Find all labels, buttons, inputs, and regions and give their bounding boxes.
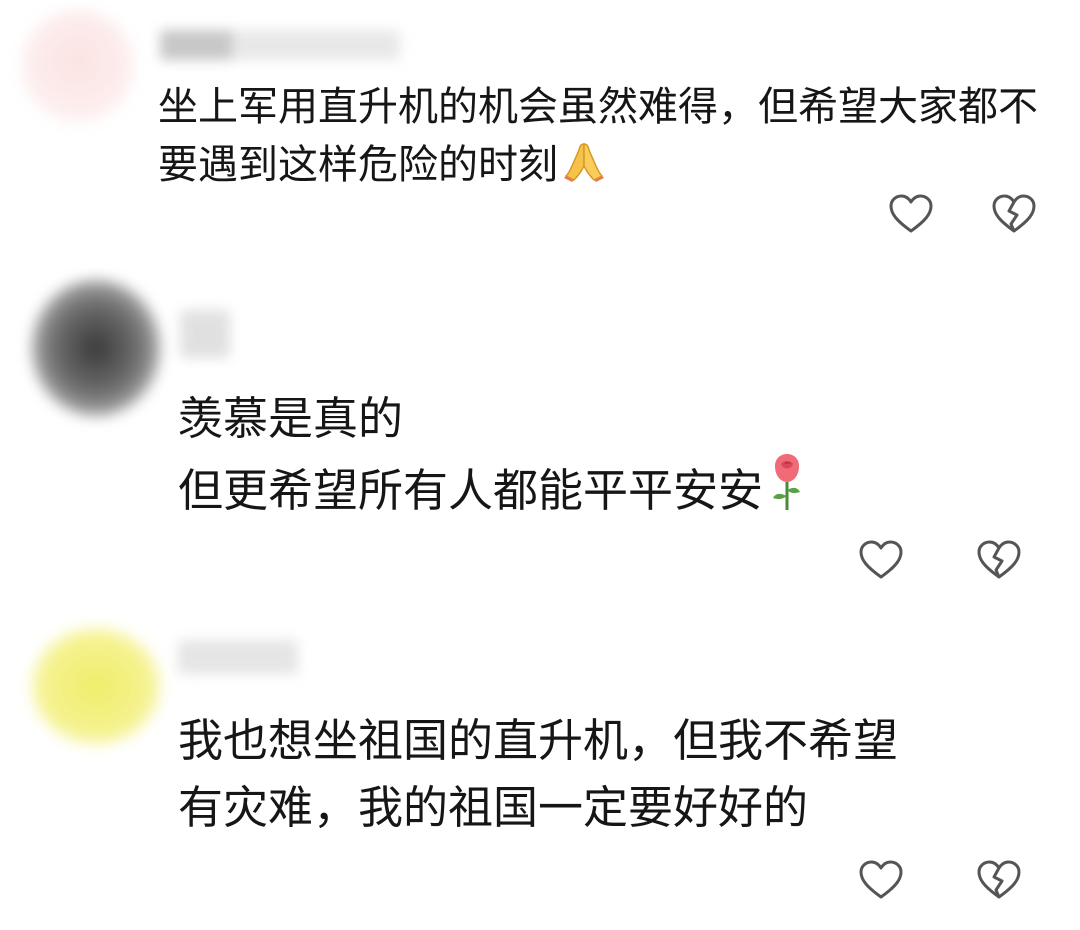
- comment-item: 我也想坐祖国的直升机，但我不希望 有灾难，我的祖国一定要好好的: [0, 600, 1080, 930]
- avatar[interactable]: [22, 10, 134, 122]
- dislike-button[interactable]: [975, 536, 1023, 584]
- like-button[interactable]: [857, 856, 905, 904]
- avatar[interactable]: [32, 628, 160, 744]
- like-button[interactable]: [887, 190, 935, 238]
- heart-outline-icon: [889, 194, 933, 233]
- broken-heart-outline-icon: [977, 860, 1021, 899]
- heart-outline-icon: [859, 540, 903, 579]
- like-button[interactable]: [857, 536, 905, 584]
- dislike-button[interactable]: [975, 856, 1023, 904]
- heart-outline-icon: [859, 860, 903, 899]
- comment-text: 我也想坐祖国的直升机，但我不希望 有灾难，我的祖国一定要好好的: [178, 714, 899, 834]
- comment-text: 羡慕是真的 但更希望所有人都能平平安安: [178, 385, 809, 530]
- username-blurred[interactable]: [180, 310, 230, 358]
- avatar[interactable]: [32, 280, 160, 416]
- username-blurred[interactable]: [178, 640, 298, 674]
- folded-hands-icon: [560, 136, 608, 200]
- broken-heart-outline-icon: [992, 194, 1036, 233]
- comment-item: 坐上军用直升机的机会虽然难得，但希望大家都不 要遇到这样危险的时刻: [0, 0, 1080, 260]
- dislike-button[interactable]: [990, 190, 1038, 238]
- rose-icon: [765, 452, 809, 530]
- comment-item: 羡慕是真的 但更希望所有人都能平平安安: [0, 260, 1080, 600]
- username-blurred[interactable]: [160, 30, 400, 60]
- broken-heart-outline-icon: [977, 540, 1021, 579]
- comment-text: 坐上军用直升机的机会虽然难得，但希望大家都不 要遇到这样危险的时刻: [158, 78, 1038, 200]
